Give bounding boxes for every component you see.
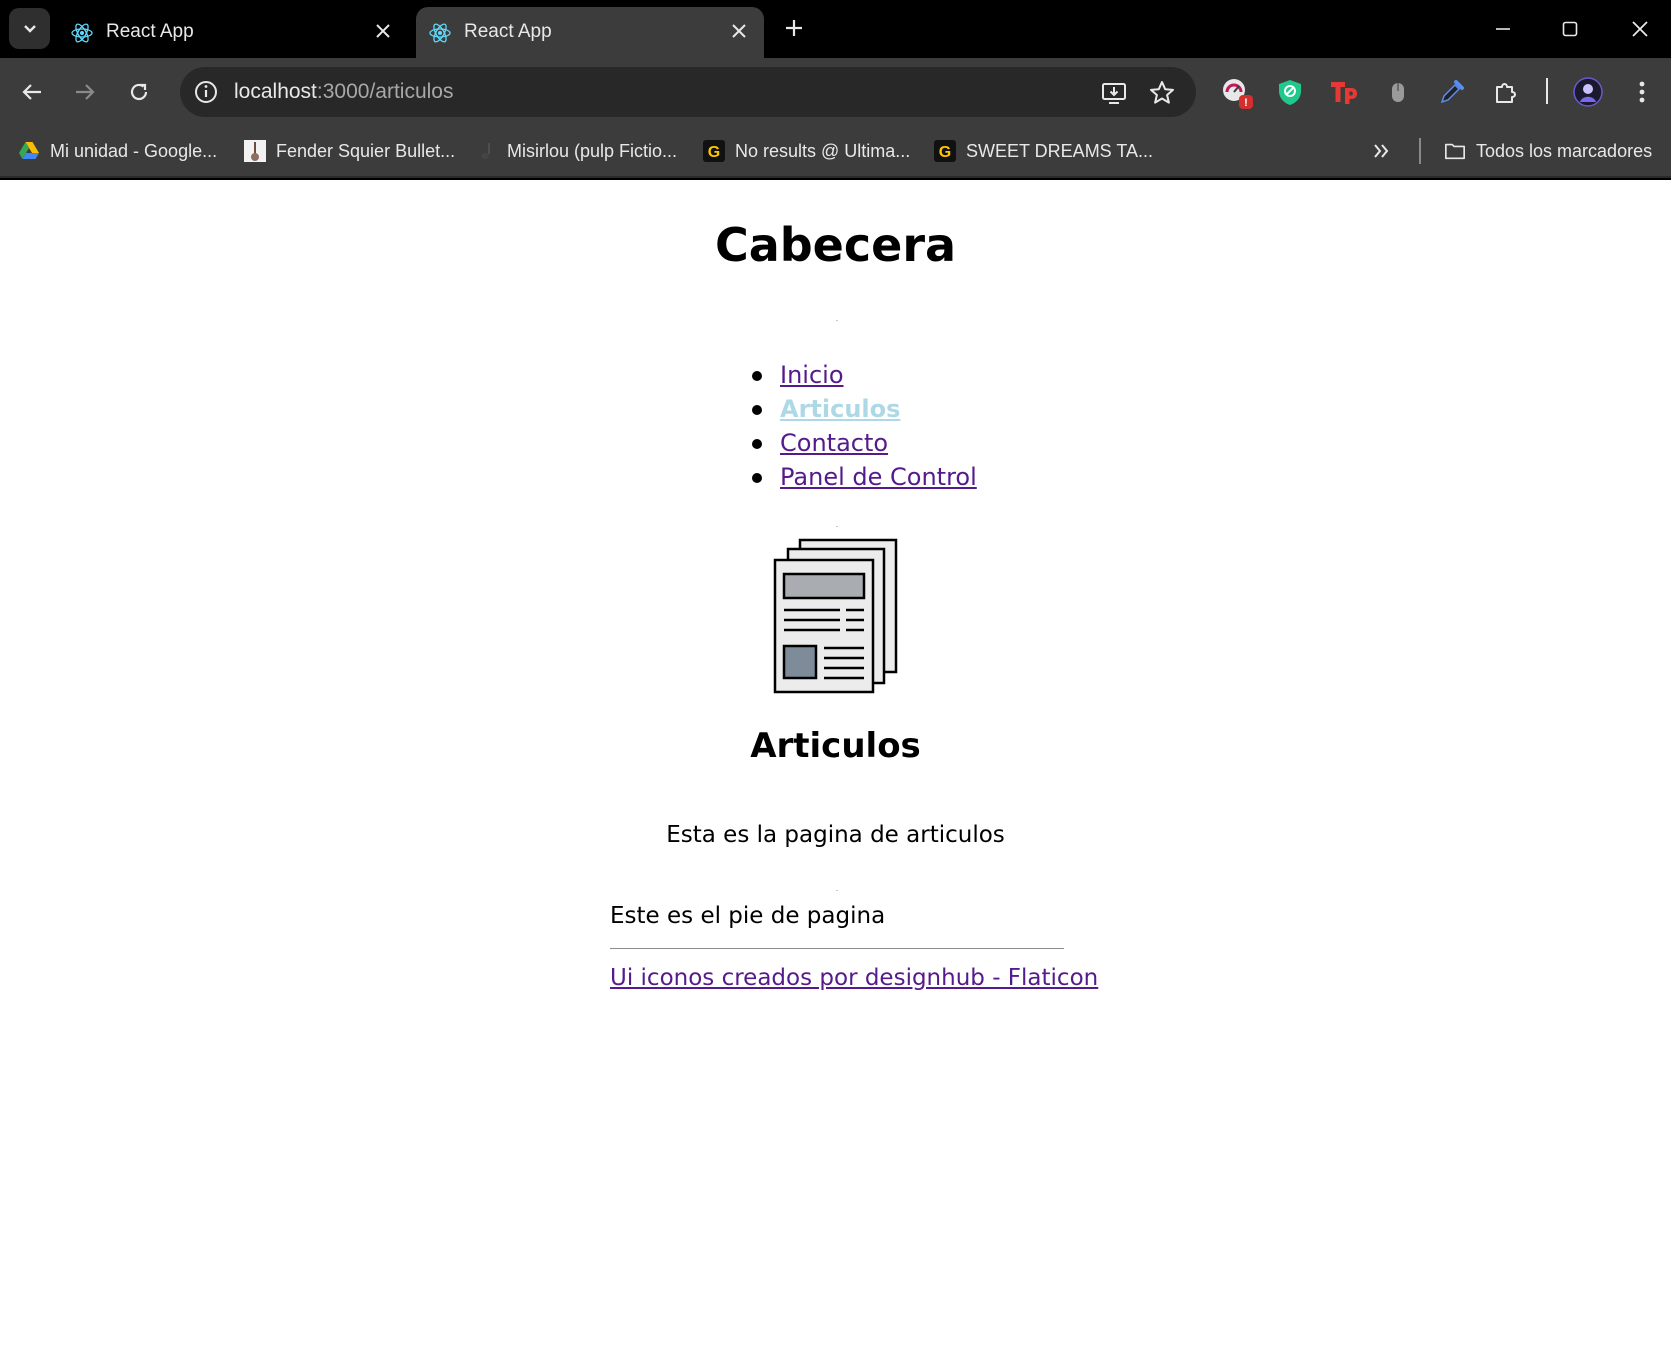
content-divider <box>836 890 838 891</box>
music-icon <box>475 140 497 162</box>
nav-link-panel-de-control[interactable]: Panel de Control <box>780 463 977 491</box>
guitar-thumbnail-icon <box>244 140 266 162</box>
minimize-icon <box>1496 28 1510 30</box>
tab-search-button[interactable] <box>9 8 50 49</box>
flaticon-credit-link[interactable]: Ui iconos creados por designhub - Flatic… <box>610 965 1098 991</box>
page-content: Cabecera Inicio Articulos Contacto Panel… <box>0 180 1671 1352</box>
reload-button[interactable] <box>121 74 157 110</box>
nav-link-contacto[interactable]: Contacto <box>780 429 888 457</box>
bookmark-item[interactable]: Mi unidad - Google... <box>18 137 217 165</box>
nav-link-inicio[interactable]: Inicio <box>780 361 844 389</box>
arrow-right-icon <box>76 84 95 100</box>
eyedropper-icon[interactable] <box>1435 75 1469 109</box>
folder-icon <box>1444 140 1466 162</box>
plus-icon <box>786 20 802 36</box>
reload-icon <box>130 83 148 101</box>
forward-button[interactable] <box>67 74 103 110</box>
extension-badge: ! <box>1244 97 1248 109</box>
nav-item-articulos: Articulos <box>752 392 977 426</box>
bookmark-label: No results @ Ultima... <box>735 140 911 161</box>
close-window-button[interactable] <box>1625 14 1655 44</box>
kebab-menu-icon[interactable] <box>1625 75 1659 109</box>
toolbar-divider <box>1546 78 1548 104</box>
article-description: Esta es la pagina de articulos <box>666 822 1005 848</box>
article-title: Articulos <box>750 726 921 766</box>
more-bookmarks-button[interactable] <box>1372 137 1390 165</box>
tab-title: React App <box>464 21 552 42</box>
double-chevron-right-icon <box>1374 144 1389 158</box>
url-host: localhost <box>234 80 317 103</box>
bookmark-label: Mi unidad - Google... <box>50 140 218 161</box>
bookmarks-bar: Mi unidad - Google... Fender Squier Bull… <box>0 126 1671 178</box>
address-url: localhost:3000/articulos <box>234 80 453 104</box>
new-tab-button[interactable] <box>780 14 808 42</box>
url-path: :3000/articulos <box>316 80 454 103</box>
chevron-down-icon <box>23 24 36 33</box>
footer-text: Este es el pie de pagina <box>610 903 886 929</box>
bookmark-item[interactable]: Fender Squier Bullet... <box>244 137 455 165</box>
bookmark-item[interactable]: G SWEET DREAMS TA... <box>934 137 1153 165</box>
ultimate-guitar-icon: G <box>703 140 725 162</box>
svg-text:G: G <box>708 144 720 161</box>
browser-toolbar: localhost:3000/articulos ! <box>0 58 1671 126</box>
tab-title: React App <box>106 21 194 42</box>
all-bookmarks-button[interactable]: Todos los marcadores <box>1444 137 1652 165</box>
tab-react-app-2[interactable]: React App <box>416 7 764 58</box>
site-info-icon[interactable] <box>192 78 220 106</box>
footer-divider <box>610 948 1064 949</box>
tab-react-app-1[interactable]: React App <box>58 7 408 58</box>
bookmark-item[interactable]: G No results @ Ultima... <box>703 137 910 165</box>
svg-text:G: G <box>939 144 951 161</box>
tab-strip: React App React App <box>0 0 1671 58</box>
extension-gauge-icon[interactable]: ! <box>1219 75 1253 109</box>
profile-avatar[interactable] <box>1571 75 1605 109</box>
react-icon <box>429 23 451 43</box>
nav-divider <box>836 526 838 527</box>
all-bookmarks-label: Todos los marcadores <box>1476 140 1653 161</box>
bookmark-label: Fender Squier Bullet... <box>276 140 456 161</box>
extension-mouse-icon[interactable] <box>1381 75 1415 109</box>
nav-item-contacto: Contacto <box>752 426 977 460</box>
nav-item-inicio: Inicio <box>752 358 977 392</box>
extension-tp-icon[interactable] <box>1327 75 1361 109</box>
maximize-icon <box>1562 21 1578 37</box>
bookmark-item[interactable]: Misirlou (pulp Fictio... <box>475 137 677 165</box>
react-icon <box>71 23 93 43</box>
bookmark-label: Misirlou (pulp Fictio... <box>507 140 678 161</box>
browser-chrome: React App React App localhost:3000/artic… <box>0 0 1671 180</box>
page-footer: Este es el pie de pagina Ui iconos cread… <box>610 900 1098 991</box>
close-icon[interactable] <box>372 20 394 42</box>
page-header-title: Cabecera <box>714 218 957 272</box>
google-drive-icon <box>18 140 40 162</box>
ultimate-guitar-icon: G <box>934 140 956 162</box>
star-icon[interactable] <box>1148 79 1176 107</box>
back-button[interactable] <box>14 74 50 110</box>
minimize-button[interactable] <box>1488 14 1518 44</box>
header-divider <box>836 320 838 321</box>
nav-link-articulos[interactable]: Articulos <box>780 395 900 423</box>
maximize-button[interactable] <box>1555 14 1585 44</box>
address-bar[interactable]: localhost:3000/articulos <box>180 67 1196 117</box>
nav-item-panel-de-control: Panel de Control <box>752 460 977 494</box>
bookmark-label: SWEET DREAMS TA... <box>966 140 1154 161</box>
newspaper-icon <box>773 538 898 694</box>
bookmarks-divider <box>1419 138 1421 164</box>
puzzle-icon[interactable] <box>1489 75 1523 109</box>
install-app-icon[interactable] <box>1100 79 1128 107</box>
close-icon <box>1632 21 1648 37</box>
close-icon[interactable] <box>728 20 750 42</box>
arrow-left-icon <box>22 84 41 100</box>
extension-shield-icon[interactable] <box>1273 75 1307 109</box>
main-nav: Inicio Articulos Contacto Panel de Contr… <box>752 358 977 494</box>
